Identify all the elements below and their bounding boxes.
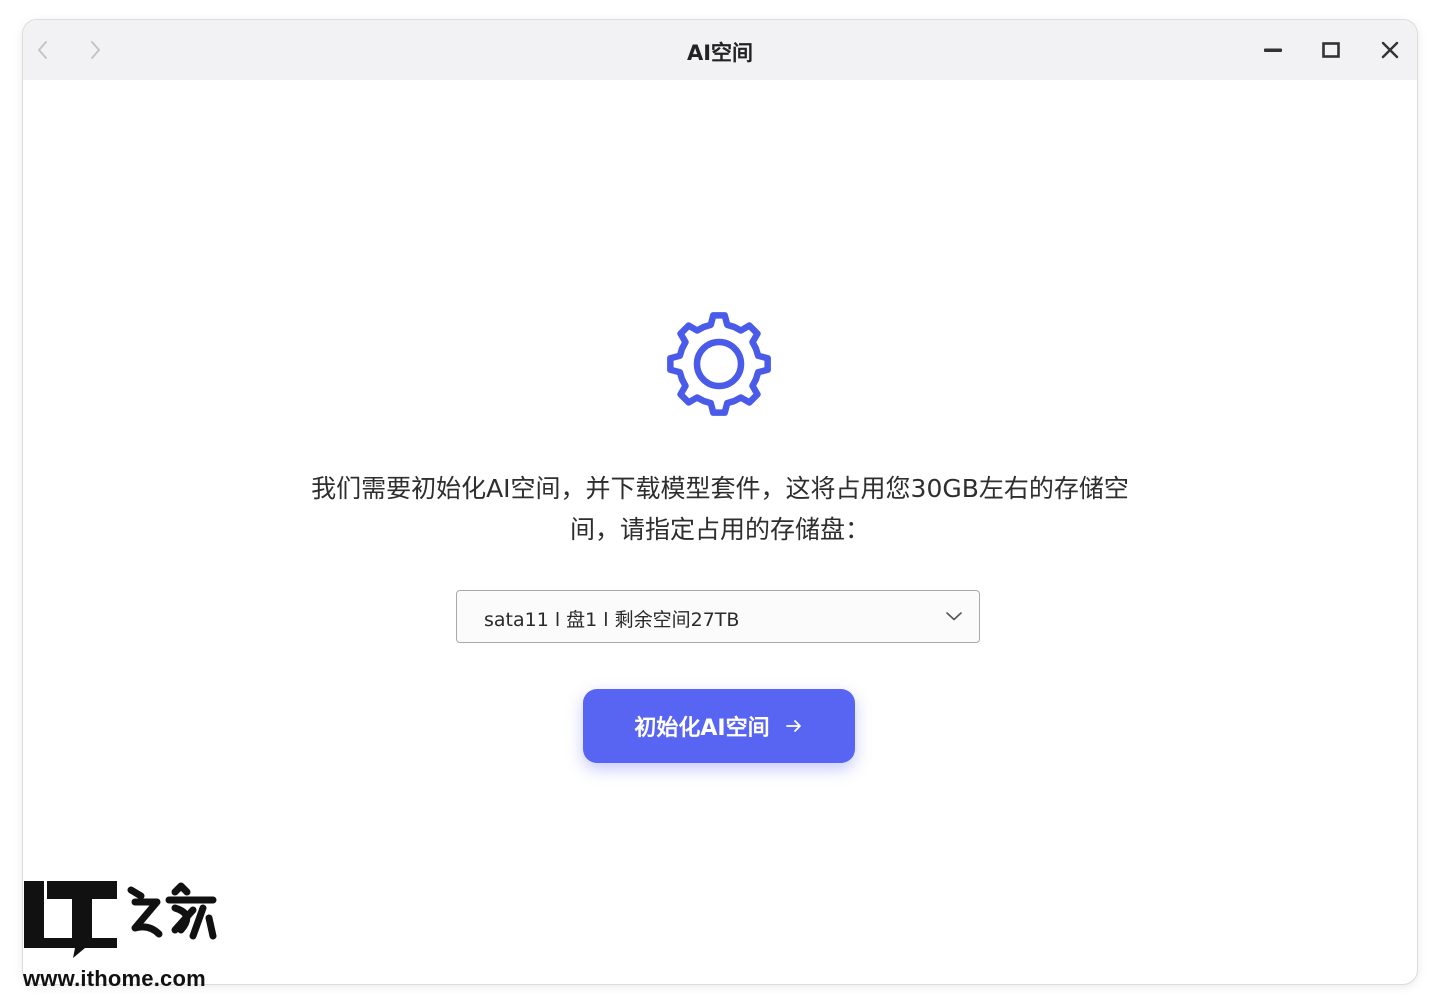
maximize-button[interactable]	[1317, 36, 1345, 64]
close-icon	[1381, 41, 1399, 59]
gear-outline	[667, 312, 771, 416]
main-content: 我们需要初始化AI空间，并下载模型套件，这将占用您30GB左右的存储空间，请指定…	[23, 80, 1417, 984]
init-ai-space-button-label: 初始化AI空间	[634, 716, 770, 741]
minimize-button[interactable]	[1259, 36, 1287, 64]
storage-select[interactable]: sata11 l 盘1 l 剩余空间27TB	[456, 590, 980, 643]
init-message: 我们需要初始化AI空间，并下载模型套件，这将占用您30GB左右的存储空间，请指定…	[311, 474, 1129, 544]
init-ai-space-button[interactable]: 初始化AI空间	[583, 689, 855, 763]
storage-select-value: sata11 l 盘1 l 剩余空间27TB	[484, 609, 740, 631]
ithome-watermark: www.ithome.com	[23, 878, 223, 996]
chevron-down-icon	[946, 612, 962, 621]
ithome-url: www.ithome.com	[23, 966, 206, 991]
minimize-icon	[1264, 48, 1282, 52]
ithome-logo	[24, 881, 217, 958]
window-title: AI空间	[686, 41, 754, 65]
app-window: AI空间 我们需要初始化AI空间，并下载模型套件，这将占用您30GB左右的存储空…	[23, 20, 1417, 984]
close-button[interactable]	[1376, 36, 1404, 64]
maximize-icon	[1322, 42, 1340, 58]
title-bar: AI空间	[23, 20, 1417, 80]
gear-icon	[667, 312, 771, 416]
arrow-right-icon	[785, 720, 801, 732]
